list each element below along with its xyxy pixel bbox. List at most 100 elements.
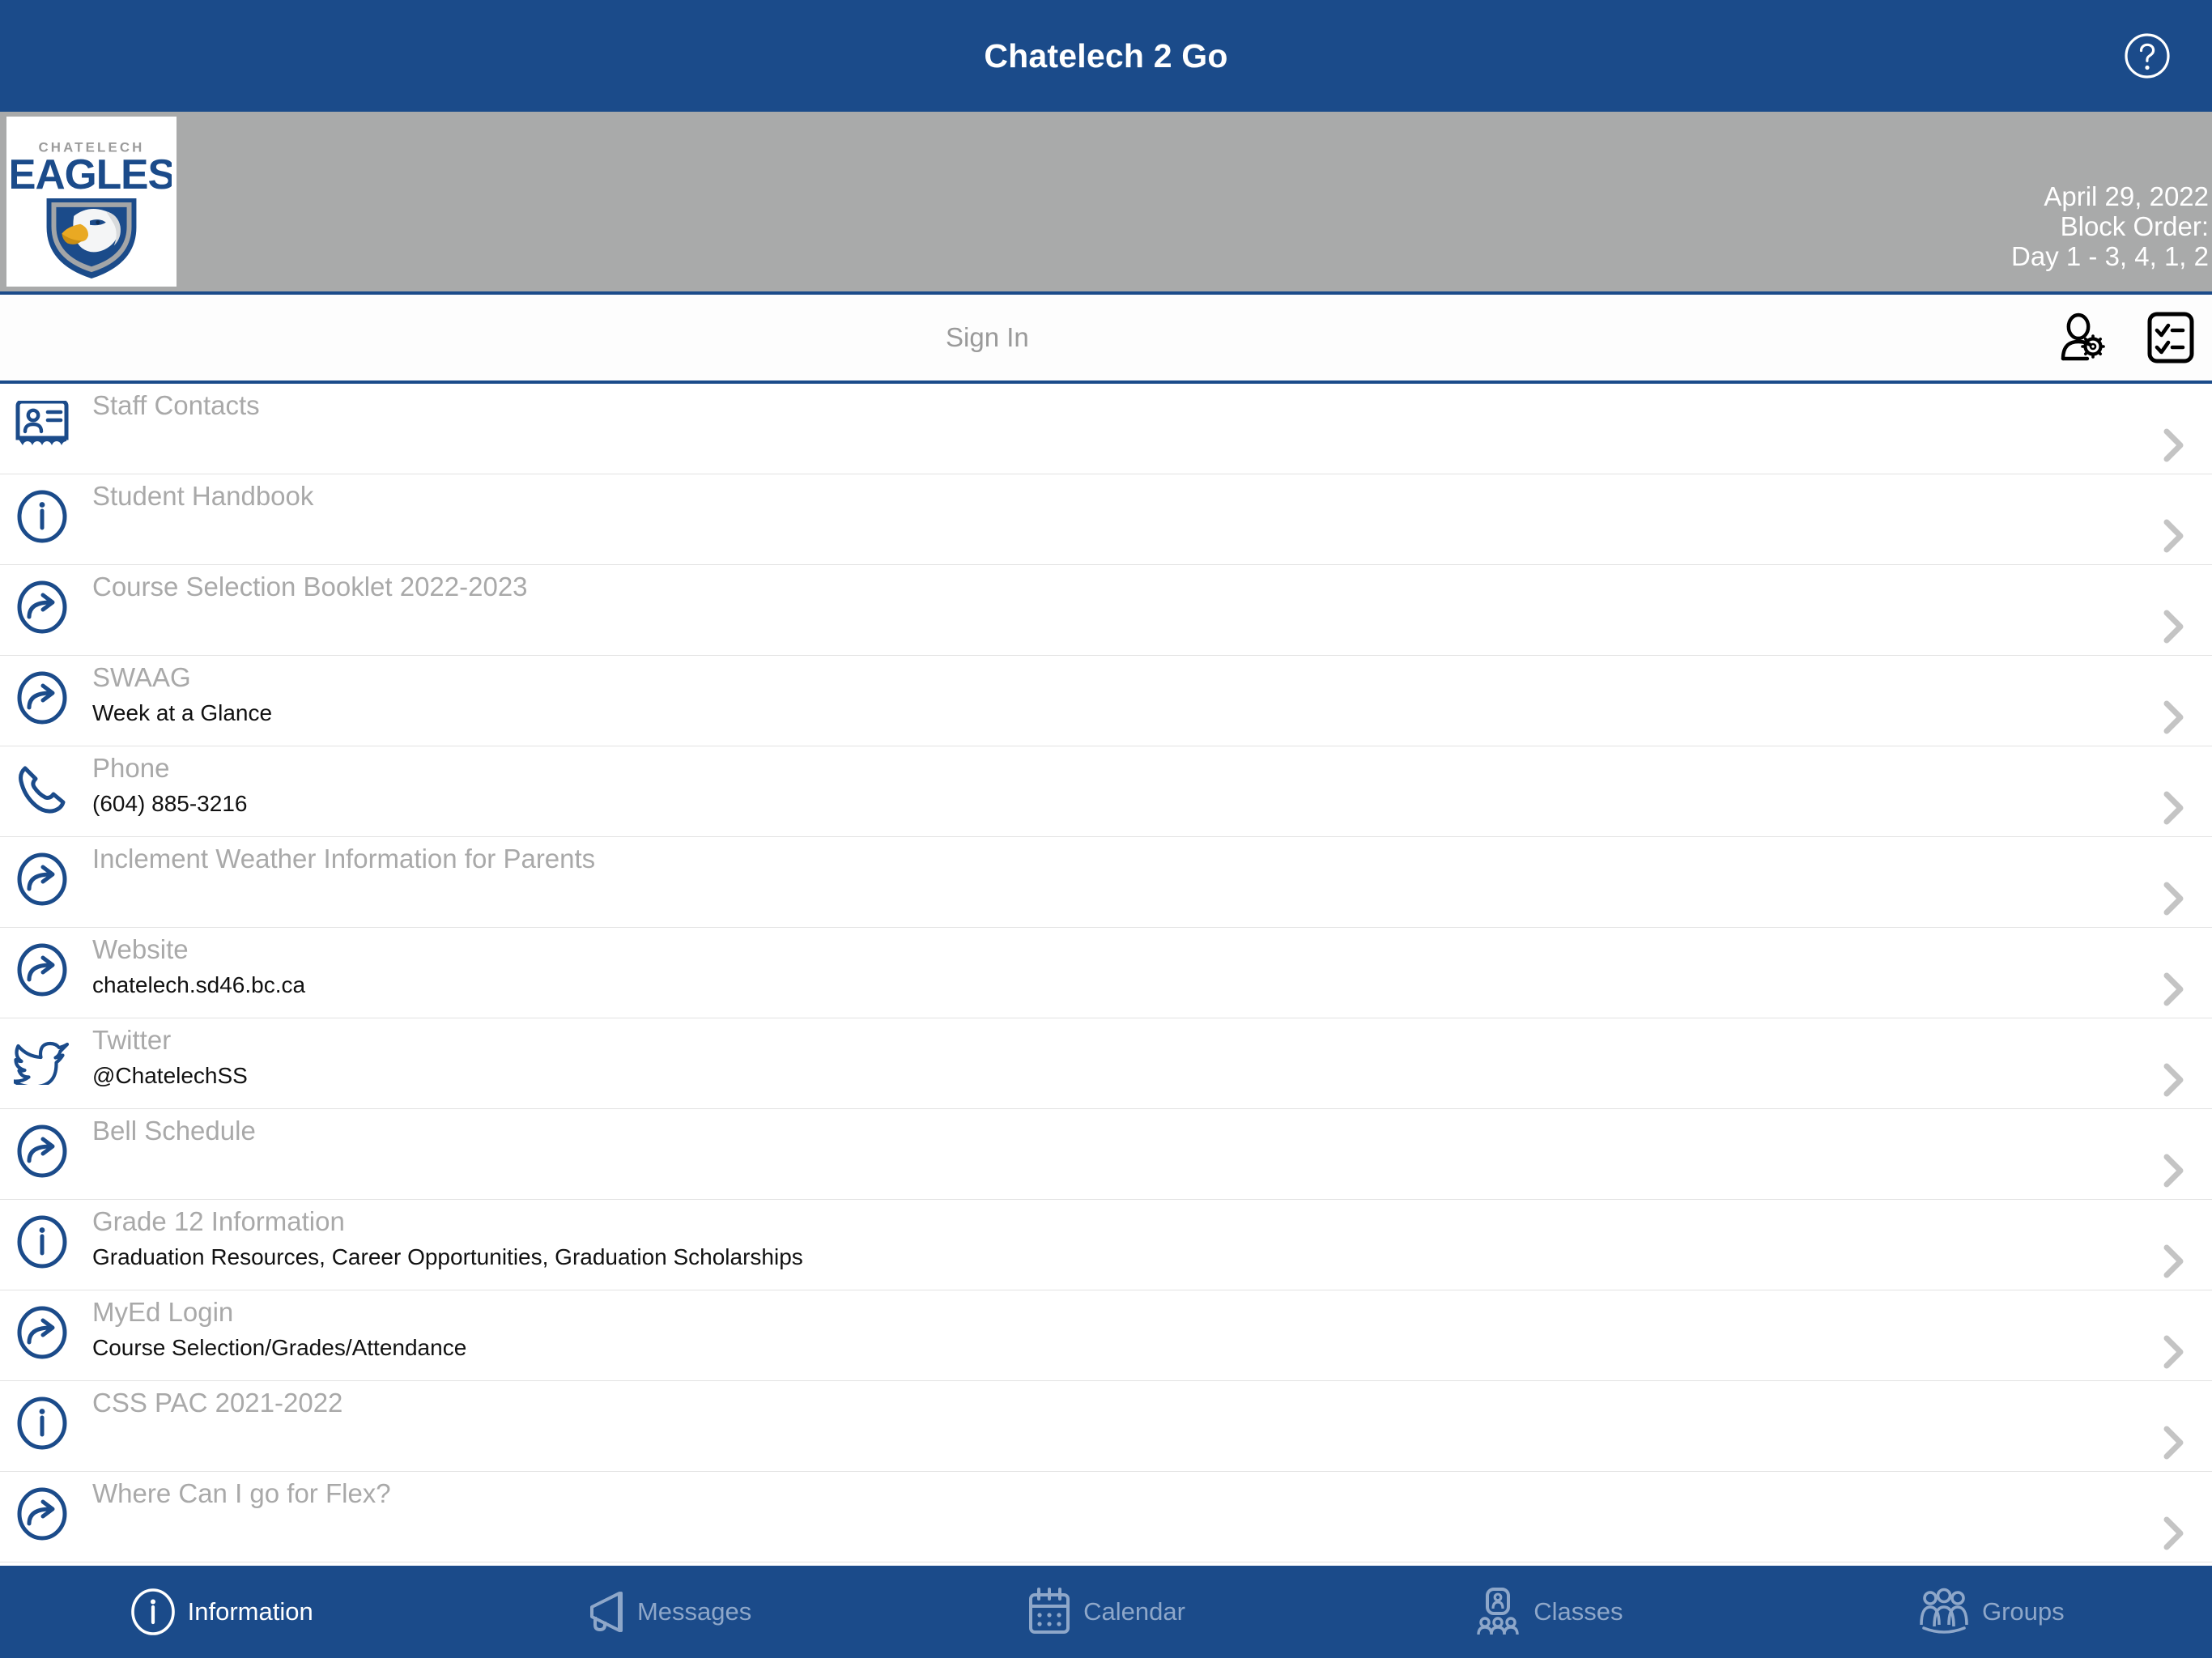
app-root: Chatelech 2 Go CHATELECH EAGLES April 29… [0,0,2212,1658]
list-item-text: SWAAG Week at a Glance [73,656,2212,729]
list-item-text: CSS PAC 2021-2022 [73,1381,2212,1419]
band-info: April 29, 2022 Block Order: Day 1 - 3, 4… [2011,181,2209,272]
external-link-icon [11,848,73,910]
list-item-subtitle: Graduation Resources, Career Opportuniti… [92,1244,803,1270]
tab-label: Messages [636,1597,752,1626]
chevron-right-icon [2162,427,2186,462]
list-item-subtitle: Week at a Glance [92,700,273,726]
user-gear-icon[interactable] [2057,312,2110,363]
list-item-text: Grade 12 Information Graduation Resources… [73,1200,2212,1273]
list-item-title: Bell Schedule [92,1116,256,1146]
external-link-icon [11,576,73,638]
twitter-icon [11,1030,73,1091]
chevron-right-icon [2162,1061,2186,1097]
info-circle-icon [130,1587,177,1637]
list-item-text: Where Can I go for Flex? [73,1472,2212,1510]
chevron-right-icon [2162,1515,2186,1550]
chevron-right-icon [2162,1152,2186,1188]
calendar-icon [1027,1588,1072,1636]
external-link-icon [11,1483,73,1545]
list-item-text: Staff Contacts [73,384,2212,422]
list-item-title: MyEd Login [92,1297,234,1327]
list-item[interactable]: Website chatelech.sd46.bc.ca [0,928,2212,1018]
tab-classes[interactable]: Classes [1327,1566,1769,1658]
external-link-icon [11,1302,73,1363]
signin-bar: Sign In [0,295,2212,384]
list-item[interactable]: Staff Contacts [0,384,2212,474]
groups-icon [1917,1588,1971,1636]
chevron-right-icon [2162,971,2186,1006]
info-circle-icon [11,1392,73,1454]
list-item-text: Bell Schedule [73,1109,2212,1147]
info-circle-icon [11,486,73,547]
tab-groups[interactable]: Groups [1770,1566,2212,1658]
tab-messages[interactable]: Messages [442,1566,884,1658]
list-item-subtitle: (604) 885-3216 [92,791,248,817]
chevron-right-icon [2162,1333,2186,1369]
tab-label: Information [187,1597,313,1626]
list-item[interactable]: Student Handbook [0,474,2212,565]
phone-icon [11,758,73,819]
list-item-subtitle: chatelech.sd46.bc.ca [92,972,306,998]
list-item-title: Staff Contacts [92,390,260,420]
list-item-title: CSS PAC 2021-2022 [92,1388,343,1418]
chevron-right-icon [2162,608,2186,644]
signin-actions [2057,311,2196,364]
classes-icon [1474,1587,1522,1637]
list-item[interactable]: Course Selection Booklet 2022-2023 [0,565,2212,656]
tab-label: Calendar [1083,1597,1185,1626]
page-title: Chatelech 2 Go [984,36,1228,74]
list-item-title: Inclement Weather Information for Parent… [92,844,596,874]
list-item-text: MyEd Login Course Selection/Grades/Attend… [73,1290,2212,1363]
school-banner: CHATELECH EAGLES April 29, 2022 Block Or… [0,112,2212,295]
list-item[interactable]: Bell Schedule [0,1109,2212,1200]
current-date: April 29, 2022 [2044,181,2209,212]
list-item[interactable]: Inclement Weather Information for Parent… [0,837,2212,928]
app-header: Chatelech 2 Go [0,0,2212,112]
chevron-right-icon [2162,699,2186,734]
list-item-text: Course Selection Booklet 2022-2023 [73,565,2212,603]
external-link-icon [11,939,73,1001]
block-order-value: Day 1 - 3, 4, 1, 2 [2011,241,2209,272]
list-item-text: Twitter @ChatelechSS [73,1018,2212,1091]
tab-calendar[interactable]: Calendar [885,1566,1327,1658]
chevron-right-icon [2162,789,2186,825]
list-item-title: SWAAG [92,662,191,692]
school-logo: CHATELECH EAGLES [6,117,177,287]
tab-label: Groups [1981,1597,2065,1626]
list-item[interactable]: Phone (604) 885-3216 [0,746,2212,837]
svg-text:EAGLES: EAGLES [11,151,172,198]
tab-label: Classes [1534,1597,1623,1626]
list-item[interactable]: SWAAG Week at a Glance [0,656,2212,746]
list-item-text: Inclement Weather Information for Parent… [73,837,2212,875]
list-item-title: Phone [92,753,170,783]
info-circle-icon [11,1211,73,1273]
chevron-right-icon [2162,1424,2186,1460]
chevron-right-icon [2162,517,2186,553]
list-item-subtitle: @ChatelechSS [92,1063,248,1089]
list-item[interactable]: Grade 12 Information Graduation Resources… [0,1200,2212,1290]
list-item[interactable]: MyEd Login Course Selection/Grades/Attend… [0,1290,2212,1381]
list-item[interactable]: Where Can I go for Flex? [0,1472,2212,1562]
megaphone-icon [576,1589,626,1635]
chevron-right-icon [2162,880,2186,916]
list-item-title: Course Selection Booklet 2022-2023 [92,572,528,602]
list-item-text: Student Handbook [73,474,2212,512]
chevron-right-icon [2162,1243,2186,1278]
list-item-title: Where Can I go for Flex? [92,1478,391,1508]
tab-information[interactable]: Information [0,1566,442,1658]
list-item-title: Student Handbook [92,481,314,511]
external-link-icon [11,1120,73,1182]
list-item-title: Grade 12 Information [92,1206,345,1236]
list-item[interactable]: Twitter @ChatelechSS [0,1018,2212,1109]
list-item-text: Website chatelech.sd46.bc.ca [73,928,2212,1001]
bottom-tab-bar: Information Messages Calendar Classes Gr… [0,1566,2212,1658]
checklist-icon[interactable] [2146,311,2196,364]
information-list[interactable]: Staff Contacts Student Handbook Course S… [0,384,2212,1566]
list-item-text: Phone (604) 885-3216 [73,746,2212,819]
list-item[interactable]: CSS PAC 2021-2022 [0,1381,2212,1472]
list-item-title: Twitter [92,1025,172,1055]
sign-in-button[interactable]: Sign In [946,322,1029,353]
external-link-icon [11,667,73,729]
help-circle-icon[interactable] [2121,30,2173,82]
